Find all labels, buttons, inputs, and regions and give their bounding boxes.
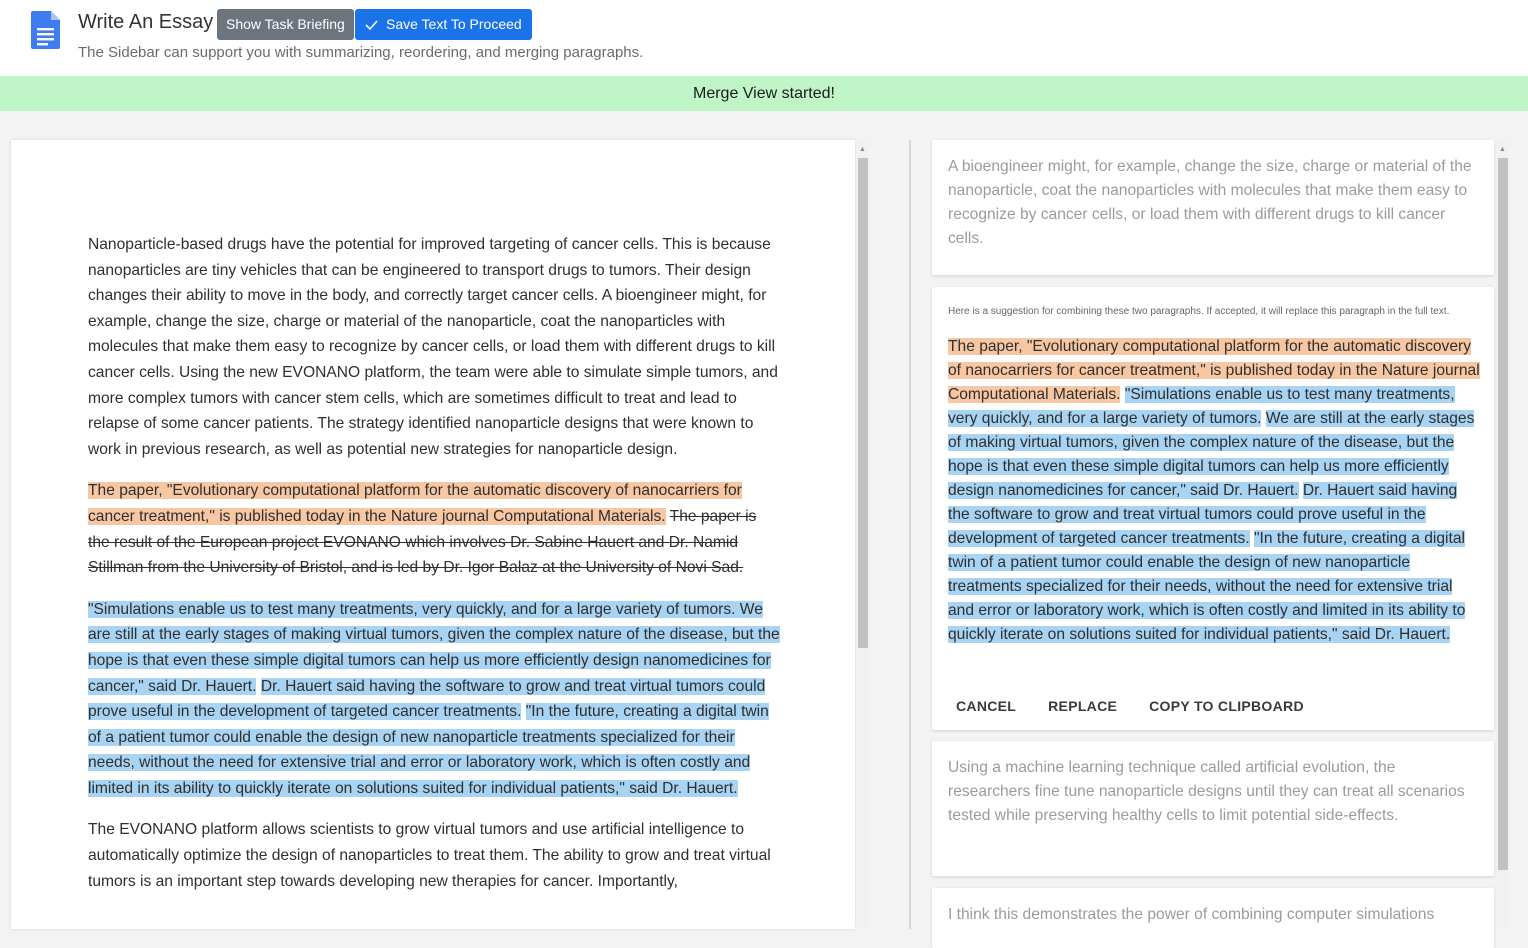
status-banner: Merge View started! [0,76,1528,111]
merge-actions: CANCEL REPLACE COPY TO CLIPBOARD [948,692,1328,720]
essay-text[interactable]: Nanoparticle-based drugs have the potent… [88,232,782,910]
merge-highlight-orange: The paper, "Evolutionary computational p… [88,482,742,525]
save-text-label: Save Text To Proceed [386,16,522,32]
editor-scrollbar[interactable]: ▲ [856,140,870,929]
paragraph-card[interactable]: I think this demonstrates the power of c… [932,888,1494,948]
sidebar-scroll-up-icon[interactable]: ▲ [1499,146,1506,154]
page-subtitle: The Sidebar can support you with summari… [78,44,644,61]
paragraph-card[interactable]: A bioengineer might, for example, change… [932,140,1494,275]
paragraph-card-text: Using a machine learning technique calle… [948,759,1465,824]
paragraph-card[interactable]: Using a machine learning technique calle… [932,741,1494,876]
paragraph-card-text: A bioengineer might, for example, change… [948,158,1472,247]
replace-button[interactable]: REPLACE [1040,692,1125,720]
merge-suggestion-text: The paper, "Evolutionary computational p… [948,335,1480,647]
save-text-button[interactable]: Save Text To Proceed [355,9,532,40]
essay-editor[interactable]: Nanoparticle-based drugs have the potent… [11,140,855,929]
paragraph-3[interactable]: "Simulations enable us to test many trea… [88,597,782,802]
paragraph-card-text: I think this demonstrates the power of c… [948,906,1435,923]
paragraph-4[interactable]: The EVONANO platform allows scientists t… [88,817,782,894]
editor-scroll-thumb[interactable] [858,158,868,648]
paragraph-1[interactable]: Nanoparticle-based drugs have the potent… [88,232,782,462]
page-title: Write An Essay [78,11,214,33]
copy-to-clipboard-button[interactable]: COPY TO CLIPBOARD [1141,692,1312,720]
merge-note: Here is a suggestion for combining these… [948,306,1450,317]
check-icon [365,19,378,30]
panel-divider [909,140,911,929]
paragraph-2[interactable]: The paper, "Evolutionary computational p… [88,478,782,580]
sidebar-scrollbar[interactable]: ▲ [1496,140,1510,929]
document-icon [31,11,60,49]
cancel-button[interactable]: CANCEL [948,692,1024,720]
app-header: Write An Essay Show Task Briefing Save T… [0,0,1528,76]
scroll-up-icon[interactable]: ▲ [859,146,866,154]
show-task-briefing-button[interactable]: Show Task Briefing [217,9,354,40]
sidebar-scroll-thumb[interactable] [1498,158,1508,870]
merge-suggestion-card: Here is a suggestion for combining these… [932,287,1494,730]
